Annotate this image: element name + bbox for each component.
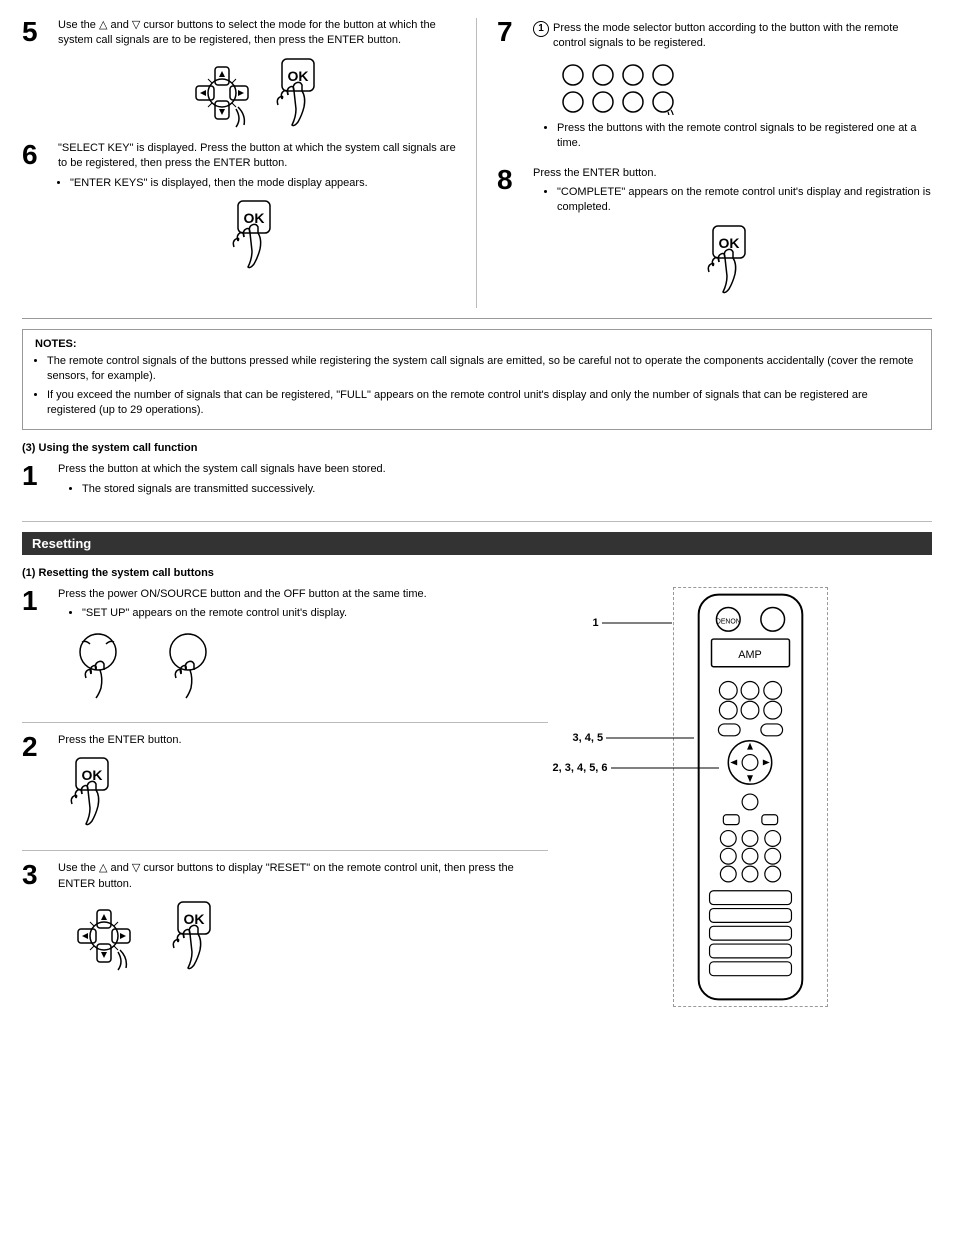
step-8-bullets: "COMPLETE" appears on the remote control… — [545, 185, 932, 216]
svg-text:OK: OK — [82, 767, 103, 783]
mode-buttons-icon — [553, 60, 683, 115]
step-7-bullet-2: Press the buttons with the remote contro… — [557, 121, 932, 152]
step-7-bullet2-list: Press the buttons with the remote contro… — [545, 121, 932, 152]
power-button-hand-icon — [68, 630, 128, 700]
step-7-number: 7 — [497, 18, 525, 154]
svg-text:OK: OK — [243, 210, 264, 226]
reset-step-2-number: 2 — [22, 733, 50, 828]
notes-item-2: If you exceed the number of signals that… — [47, 388, 919, 419]
use-step-1-number: 1 — [22, 462, 50, 499]
step-6-text: "SELECT KEY" is displayed. Press the but… — [58, 141, 456, 172]
right-column: 7 1 Press the mode selector button accor… — [477, 18, 932, 308]
step-8-content: Press the ENTER button. "COMPLETE" appea… — [533, 166, 932, 296]
step-8-number: 8 — [497, 166, 525, 296]
using-system-call-title: (3) Using the system call function — [22, 442, 932, 454]
off-button-hand-icon — [158, 630, 218, 700]
bottom-section: 1 Press the power ON/SOURCE button and t… — [22, 587, 932, 1010]
step2-enter-hand-icon: OK — [68, 756, 123, 828]
step-5-number: 5 — [22, 18, 50, 129]
step-8-text: Press the ENTER button. — [533, 166, 932, 181]
reset-step-3-content: Use the △ and ▽ cursor buttons to displa… — [58, 861, 548, 972]
top-section: 5 Use the △ and ▽ cursor buttons to sele… — [22, 18, 932, 319]
resetting-header: Resetting — [22, 532, 932, 555]
reset-dpad-icon — [68, 900, 140, 972]
step-6-images: OK — [58, 199, 456, 271]
resetting-sub1-title: (1) Resetting the system call buttons — [22, 567, 932, 579]
reset-step-3-block: 3 Use the △ and ▽ cursor buttons to disp… — [22, 861, 548, 972]
use-step-1-bullets: The stored signals are transmitted succe… — [70, 482, 932, 497]
notes-item-1: The remote control signals of the button… — [47, 354, 919, 385]
step-6-content: "SELECT KEY" is displayed. Press the but… — [58, 141, 456, 271]
step-7-bullet-1: 1 Press the mode selector button accordi… — [533, 21, 932, 52]
step-6-number: 6 — [22, 141, 50, 271]
step-7-bullets: 1 Press the mode selector button accordi… — [533, 21, 932, 52]
svg-text:OK: OK — [719, 235, 740, 251]
reset-step-1-block: 1 Press the power ON/SOURCE button and t… — [22, 587, 548, 700]
svg-text:OK: OK — [184, 911, 205, 927]
notes-list: The remote control signals of the button… — [47, 354, 919, 419]
reset-step3-enter-hand-icon: OK — [170, 900, 225, 972]
main-container: 5 Use the △ and ▽ cursor buttons to sele… — [22, 18, 932, 1010]
step6-enter-hand-icon: OK — [230, 199, 285, 271]
bottom-right: 1 3, 4, 5 2, 3, 4, 5, 6 — [568, 587, 932, 1010]
notes-section: NOTES: The remote control signals of the… — [22, 329, 932, 431]
resetting-section: Resetting (1) Resetting the system call … — [22, 532, 932, 1010]
reset-step-3-section: 3 Use the △ and ▽ cursor buttons to disp… — [22, 861, 548, 994]
reset-step-2-text: Press the ENTER button. — [58, 733, 548, 748]
remote-control-diagram: DENON AMP — [673, 587, 828, 1007]
remote-label-345: 3, 4, 5 — [573, 732, 695, 744]
notes-title: NOTES: — [35, 338, 919, 350]
remote-label-1: 1 — [593, 617, 672, 629]
reset-step-2-section: 2 Press the ENTER button. OK — [22, 733, 548, 851]
step-6-block: 6 "SELECT KEY" is displayed. Press the b… — [22, 141, 456, 271]
svg-text:AMP: AMP — [738, 649, 762, 661]
step-5-content: Use the △ and ▽ cursor buttons to select… — [58, 18, 456, 129]
reset-step-3-number: 3 — [22, 861, 50, 972]
step-5-text: Use the △ and ▽ cursor buttons to select… — [58, 18, 456, 49]
reset-step-2-block: 2 Press the ENTER button. OK — [22, 733, 548, 828]
step-8-images: OK — [533, 224, 932, 296]
reset-step-1-text: Press the power ON/SOURCE button and the… — [58, 587, 548, 602]
reset-step-1-bullets: "SET UP" appears on the remote control u… — [70, 606, 548, 621]
step-8-bullet: "COMPLETE" appears on the remote control… — [557, 185, 932, 216]
dpad-icon — [186, 57, 258, 129]
reset-step-2-content: Press the ENTER button. OK — [58, 733, 548, 828]
step-7-content: 1 Press the mode selector button accordi… — [533, 18, 932, 154]
reset-step-3-images: OK — [68, 900, 548, 972]
step-5-block: 5 Use the △ and ▽ cursor buttons to sele… — [22, 18, 456, 129]
label1-line — [602, 622, 672, 624]
reset-step-2-images: OK — [68, 756, 548, 828]
step-6-bullets: "ENTER KEYS" is displayed, then the mode… — [70, 176, 456, 191]
reset-step-1-images — [68, 630, 548, 700]
svg-text:DENON: DENON — [715, 618, 740, 625]
step-7-mode-buttons — [553, 60, 932, 115]
step-6-bullet-1: "ENTER KEYS" is displayed, then the mode… — [70, 176, 456, 191]
reset-step-1-number: 1 — [22, 587, 50, 700]
remote-label-23456: 2, 3, 4, 5, 6 — [553, 762, 719, 774]
remote-diagram-container: 1 3, 4, 5 2, 3, 4, 5, 6 — [673, 587, 828, 1010]
step-5-images: OK — [58, 57, 456, 129]
use-step-1-block: 1 Press the button at which the system c… — [22, 462, 932, 499]
reset-step-1-bullet: "SET UP" appears on the remote control u… — [82, 606, 548, 621]
use-step-1-bullet: The stored signals are transmitted succe… — [82, 482, 932, 497]
bottom-left: 1 Press the power ON/SOURCE button and t… — [22, 587, 568, 1010]
reset-step-1-content: Press the power ON/SOURCE button and the… — [58, 587, 548, 700]
svg-text:OK: OK — [287, 68, 308, 84]
label23456-line — [611, 767, 719, 769]
step-7-block: 7 1 Press the mode selector button accor… — [497, 18, 932, 154]
step8-enter-hand-icon: OK — [705, 224, 760, 296]
reset-step-1-section: 1 Press the power ON/SOURCE button and t… — [22, 587, 548, 723]
label345-line — [606, 737, 694, 739]
using-system-call-section: (3) Using the system call function 1 Pre… — [22, 442, 932, 522]
reset-step-3-text: Use the △ and ▽ cursor buttons to displa… — [58, 861, 548, 892]
step-8-block: 8 Press the ENTER button. "COMPLETE" app… — [497, 166, 932, 296]
use-step-1-content: Press the button at which the system cal… — [58, 462, 932, 499]
use-step-1-text: Press the button at which the system cal… — [58, 462, 932, 477]
left-column: 5 Use the △ and ▽ cursor buttons to sele… — [22, 18, 477, 308]
enter-button-hand-icon: OK — [274, 57, 329, 129]
